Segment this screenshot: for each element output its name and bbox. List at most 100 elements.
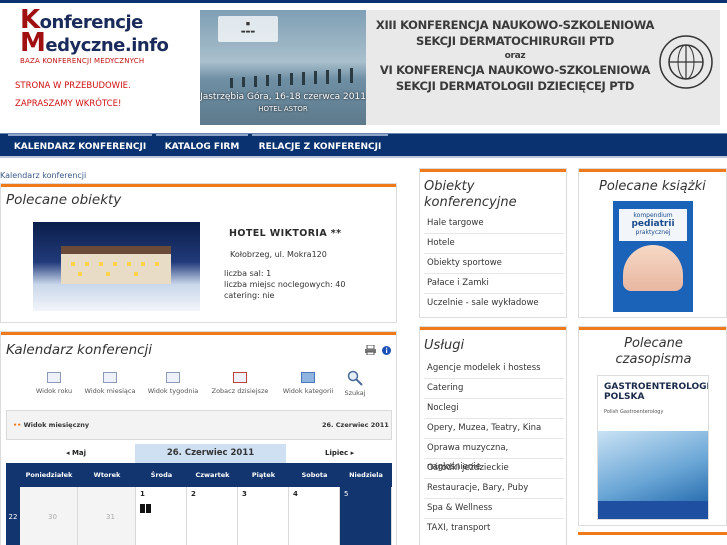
magazine-title-line-2: POLSKA xyxy=(604,392,645,402)
services-item-restaurants[interactable]: Restauracje, Bary, Puby xyxy=(424,479,564,499)
objects-item-palaces[interactable]: Pałace i Zamki xyxy=(424,274,564,294)
breadcrumb[interactable]: Kalendarz konferencji xyxy=(0,171,86,180)
info-icon[interactable] xyxy=(382,346,391,355)
tool-label: Zobacz dzisiejsze xyxy=(211,387,269,395)
tool-label: Szukaj xyxy=(344,389,366,397)
hotel-stats: liczba sal: 1 liczba miejsc noclegowych:… xyxy=(224,268,345,301)
calendar-month-icon xyxy=(103,372,117,383)
box-accent-bar xyxy=(578,532,727,535)
services-item-music[interactable]: Oprawa muzyczna, nagłośnienie xyxy=(424,439,564,472)
day-number: 4 xyxy=(293,490,298,498)
notice-line-2: ZAPRASZAMY WKRÓTCE! xyxy=(15,99,122,109)
view-label-text: Widok miesięczny xyxy=(23,421,90,429)
notice-line-1: STRONA W PRZEBUDOWIE. xyxy=(15,81,131,91)
print-icon[interactable] xyxy=(365,345,376,355)
logo-text-1: onferencje xyxy=(39,12,144,33)
box-accent-bar xyxy=(420,327,566,330)
prev-month-label: Maj xyxy=(71,449,87,457)
magazine-cover-footer xyxy=(598,501,708,519)
day-cell[interactable]: 5 xyxy=(340,487,392,545)
day-cell[interactable]: 30 xyxy=(20,487,78,545)
book-line-1: kompendium xyxy=(633,212,673,219)
day-cell[interactable]: 4 xyxy=(289,487,340,545)
magazines-title-1: Polecane xyxy=(624,336,683,351)
weekday-wed: Środa xyxy=(150,471,173,479)
magazine-cover[interactable]: GASTROENTEROLOGIA POLSKA Polish Gastroen… xyxy=(597,375,709,520)
services-item-spa[interactable]: Spa & Wellness xyxy=(424,499,564,519)
books-title: Polecane książki xyxy=(599,179,706,194)
objects-item-fairs[interactable]: Hale targowe xyxy=(424,214,564,234)
services-item-culture[interactable]: Opery, Muzea, Teatry, Kina xyxy=(424,419,564,439)
services-item-riding[interactable]: Ośrodki jeździeckie xyxy=(424,459,564,479)
search-icon xyxy=(347,370,363,386)
day-number: 2 xyxy=(191,490,196,498)
weekday-sun: Niedziela xyxy=(349,471,383,479)
prev-month-link[interactable]: ◂ Maj xyxy=(66,444,86,463)
chevron-right-icon: ▸ xyxy=(348,449,355,457)
event-marker-icon[interactable] xyxy=(140,504,145,513)
tool-label: Widok miesiąca xyxy=(84,387,136,395)
banner-venue: HOTEL ASTOR xyxy=(258,105,308,113)
day-cell[interactable]: 31 xyxy=(78,487,136,545)
hotel-name-link[interactable]: HOTEL WIKTORIA ** xyxy=(229,228,342,239)
banner-sponsor-logo: ◼ ▬▬▬ xyxy=(218,16,278,42)
book-line-2: pediatrii xyxy=(631,219,675,229)
box-accent-bar xyxy=(1,332,396,335)
objects-item-hotels[interactable]: Hotele xyxy=(424,234,564,254)
weekday-tue: Wtorek xyxy=(93,471,121,479)
tool-category-view[interactable]: Widok kategorii xyxy=(277,372,339,395)
services-item-hostess[interactable]: Agencje modelek i hostess xyxy=(424,359,564,379)
calendar-weekday-row: Poniedziałek Wtorek Środa Czwartek Piąte… xyxy=(6,463,392,487)
day-cell[interactable]: 1 xyxy=(136,487,187,545)
book-cover[interactable]: kompendium pediatrii praktycznej xyxy=(613,201,693,312)
tool-month-view[interactable]: Widok miesiąca xyxy=(80,372,140,395)
weekday-mon: Poniedziałek xyxy=(25,471,73,479)
day-cell[interactable]: 3 xyxy=(238,487,289,545)
hotel-rooms: liczba sal: 1 xyxy=(224,269,272,278)
book-cover-title: kompendium pediatrii praktycznej xyxy=(619,209,687,241)
services-item-taxi[interactable]: TAXI, transport xyxy=(424,519,564,539)
objects-item-sports[interactable]: Obiekty sportowe xyxy=(424,254,564,274)
banner-line-1: XIII KONFERENCJA NAUKOWO-SZKOLENIOWA xyxy=(375,18,655,32)
objects-title: Obiekty konferencyjne xyxy=(424,179,517,210)
hotel-beds: liczba miejsc noclegowych: 40 xyxy=(224,280,346,289)
tool-label: Widok kategorii xyxy=(282,387,334,395)
weekday-fri: Piątek xyxy=(251,471,276,479)
weekday-sat: Sobota xyxy=(301,471,328,479)
day-number: 30 xyxy=(48,513,57,521)
banner-line-5: SEKCJI DERMATOLOGII DZIECIĘCEJ PTD xyxy=(395,78,635,93)
conference-banner[interactable]: ◼ ▬▬▬ Jastrzębia Góra, 16-18 czerwca 2011… xyxy=(200,10,720,125)
day-number: 1 xyxy=(140,490,145,498)
tool-week-view[interactable]: Widok tygodnia xyxy=(143,372,203,395)
book-line-3: praktycznej xyxy=(635,229,671,236)
calendar-view-label: •• Widok miesięczny xyxy=(13,421,90,429)
week-number[interactable]: 22 xyxy=(6,487,20,545)
tool-search[interactable]: Szukaj xyxy=(340,370,370,397)
calendar-year-icon xyxy=(47,372,61,383)
tool-year-view[interactable]: Widok roku xyxy=(32,372,76,395)
magazine-cover-image xyxy=(598,431,708,501)
magazine-cover-title: GASTROENTEROLOGIA POLSKA xyxy=(604,382,708,402)
box-accent-bar xyxy=(579,169,726,172)
services-item-catering[interactable]: Catering xyxy=(424,379,564,399)
tool-label: Widok roku xyxy=(35,387,73,395)
hotel-photo[interactable] xyxy=(33,222,200,311)
calendar-week-row: 30 31 1 2 3 4 5 xyxy=(6,487,392,545)
services-item-lodging[interactable]: Noclegi xyxy=(424,399,564,419)
box-accent-bar xyxy=(579,327,726,330)
main-navigation: KALENDARZ KONFERENCJI KATALOG FIRM RELAC… xyxy=(0,133,727,158)
next-month-label: Lipiec xyxy=(325,449,349,457)
logo-tagline: BAZA KONFERENCJI MEDYCZNYCH xyxy=(20,57,145,65)
objects-item-universities[interactable]: Uczelnie - sale wykładowe xyxy=(424,294,564,314)
site-logo[interactable]: Konferencje Medyczne.info BAZA KONFERENC… xyxy=(20,7,180,65)
day-number: 3 xyxy=(242,490,247,498)
day-cell[interactable]: 2 xyxy=(187,487,238,545)
box-accent-bar xyxy=(420,169,566,172)
tool-today-view[interactable]: Zobacz dzisiejsze xyxy=(205,372,275,395)
banner-photo-caption: Jastrzębia Góra, 16-18 czerwca 2011 HOTE… xyxy=(200,90,366,114)
event-marker-icon[interactable] xyxy=(146,504,151,513)
banner-line-4: VI KONFERENCJA NAUKOWO-SZKOLENIOWA xyxy=(379,63,651,77)
next-month-link[interactable]: Lipiec ▸ xyxy=(325,444,354,463)
banner-photo: ◼ ▬▬▬ Jastrzębia Góra, 16-18 czerwca 2011… xyxy=(200,10,366,125)
nav-divider xyxy=(0,156,727,158)
